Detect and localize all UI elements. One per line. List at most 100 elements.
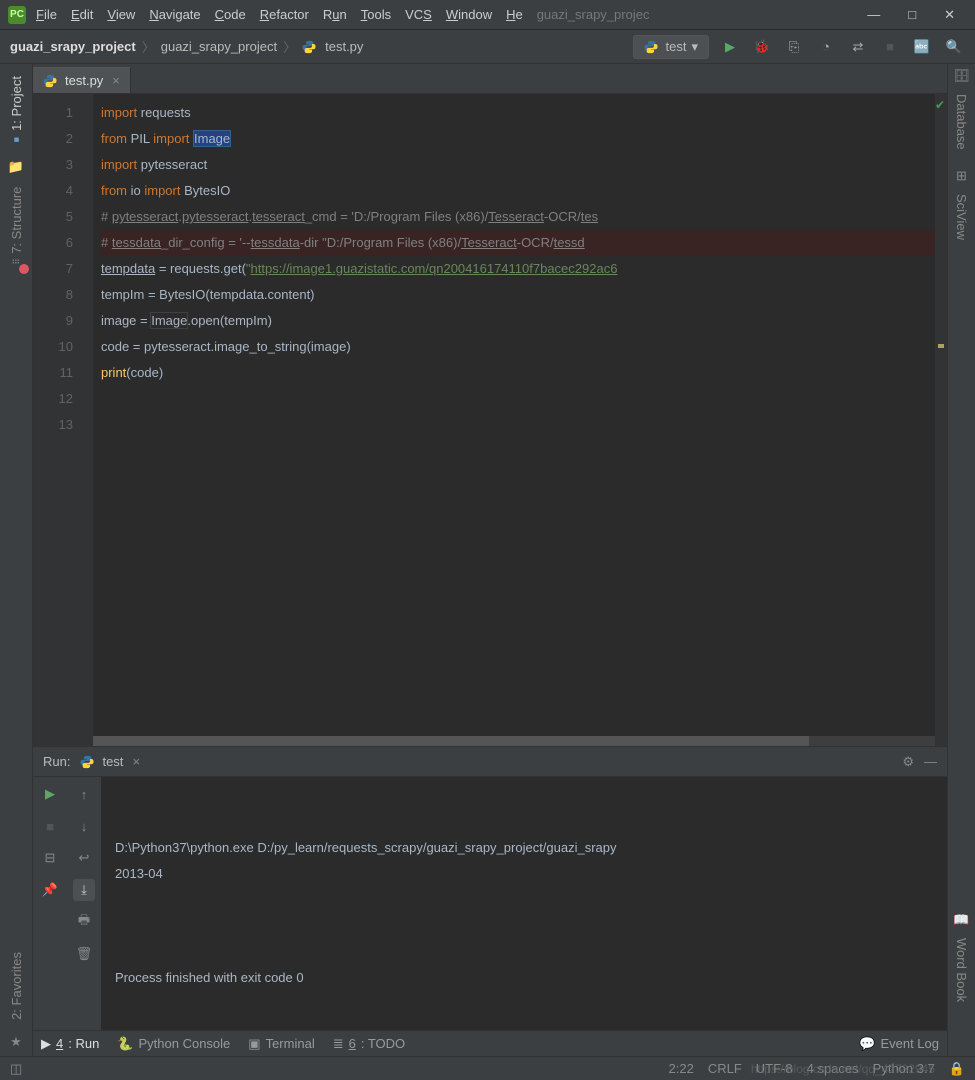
profile-button[interactable]: ◔: [815, 36, 837, 58]
menu-window[interactable]: Window: [446, 7, 492, 22]
editor-area: test.py × 12345678910111213 import reque…: [33, 64, 947, 1056]
main-menu: File Edit View Navigate Code Refactor Ru…: [36, 7, 523, 22]
search-button[interactable]: 🔍: [943, 36, 965, 58]
error-stripe[interactable]: ✔: [935, 94, 947, 746]
maximize-icon[interactable]: □: [908, 7, 916, 23]
run-config-label: test: [666, 39, 687, 54]
close-tab-icon[interactable]: ×: [112, 73, 120, 88]
left-tool-gutter: ■1: Project 📁 ⠿7: Structure 2: Favorites…: [0, 64, 33, 1056]
sciview-tool-tab[interactable]: SciView: [952, 190, 971, 244]
inspections-ok-icon: ✔: [935, 98, 945, 112]
star-icon[interactable]: ★: [10, 1034, 22, 1050]
editor-tabs: test.py ×: [33, 64, 947, 94]
run-button[interactable]: ▶: [719, 36, 741, 58]
database-tool-tab[interactable]: Database: [952, 90, 971, 154]
soft-wrap-icon[interactable]: ↩︎: [73, 847, 95, 869]
menu-code[interactable]: Code: [215, 7, 246, 22]
right-tool-gutter: 🗄 Database ⊞ SciView 📖 Word Book: [947, 64, 975, 1056]
tab-label: test.py: [65, 73, 103, 88]
window-controls: — □ ✕: [867, 7, 967, 23]
main-area: ■1: Project 📁 ⠿7: Structure 2: Favorites…: [0, 64, 975, 1056]
gear-icon[interactable]: ⚙: [902, 754, 914, 770]
menu-tools[interactable]: Tools: [361, 7, 391, 22]
run-tool-window: Run: test × ⚙ — ▶ ■ ⊟ 📌: [33, 746, 947, 1056]
title-project: guazi_srapy_projec: [537, 7, 650, 22]
debug-button[interactable]: 🐞: [751, 36, 773, 58]
console-output[interactable]: D:\Python37\python.exe D:/py_learn/reque…: [101, 777, 947, 1056]
gutter[interactable]: 12345678910111213: [33, 94, 93, 746]
favorites-tool-tab[interactable]: 2: Favorites: [7, 946, 26, 1026]
structure-tool-tab[interactable]: ⠿7: Structure: [7, 181, 26, 271]
status-bar: ◫ 2:22 CRLF UTF-8 4 spaces Python 3.7 🔒 …: [0, 1056, 975, 1080]
terminal-tab[interactable]: ▣Terminal: [248, 1036, 314, 1052]
editor[interactable]: 12345678910111213 import requestsfrom PI…: [33, 94, 947, 746]
run-tools-secondary: ↑ ↓ ↩︎ ⤓ 🖶 🗑: [67, 777, 101, 1056]
python-file-icon: [80, 755, 94, 769]
menu-navigate[interactable]: Navigate: [149, 7, 200, 22]
wordbook-icon[interactable]: 📖: [953, 912, 969, 928]
editor-tab-testpy[interactable]: test.py ×: [33, 67, 131, 93]
folder-icon[interactable]: 📁: [8, 159, 24, 175]
trash-icon[interactable]: 🗑: [73, 943, 95, 965]
breadcrumb-folder[interactable]: guazi_srapy_project: [161, 39, 277, 54]
breadcrumb: guazi_srapy_project 〉 guazi_srapy_projec…: [10, 37, 363, 56]
menu-help[interactable]: He: [506, 7, 523, 22]
menu-vcs[interactable]: VCS: [405, 7, 432, 22]
close-icon[interactable]: ✕: [944, 7, 955, 23]
run-body: ▶ ■ ⊟ 📌 ↑ ↓ ↩︎ ⤓ 🖶 🗑 D:\Python37\python.…: [33, 777, 947, 1056]
wordbook-tool-tab[interactable]: Word Book: [952, 934, 971, 1006]
print-icon[interactable]: 🖶: [73, 911, 95, 933]
run-tab-button[interactable]: ▶ 4: Run: [41, 1036, 99, 1052]
caret-position[interactable]: 2:22: [669, 1061, 694, 1076]
run-tab-label: test: [102, 754, 123, 769]
line-separator[interactable]: CRLF: [708, 1061, 742, 1076]
menu-refactor[interactable]: Refactor: [260, 7, 309, 22]
layout-button[interactable]: ⊟: [39, 847, 61, 869]
hide-icon[interactable]: —: [924, 754, 937, 770]
python-file-icon: [302, 40, 316, 54]
event-log-tab[interactable]: 💬Event Log: [859, 1036, 939, 1052]
attach-button[interactable]: ⇄: [847, 36, 869, 58]
down-arrow-icon[interactable]: ↓: [73, 815, 95, 837]
lock-icon[interactable]: 🔒: [949, 1061, 965, 1077]
pin-button[interactable]: 📌: [39, 879, 61, 901]
minimize-icon[interactable]: —: [867, 7, 880, 23]
run-title: Run:: [43, 754, 70, 769]
menu-run[interactable]: Run: [323, 7, 347, 22]
database-icon[interactable]: 🗄: [953, 68, 970, 84]
editor-h-scrollbar[interactable]: [93, 736, 935, 746]
python-console-tab[interactable]: 🐍Python Console: [117, 1036, 230, 1052]
menu-edit[interactable]: Edit: [71, 7, 93, 22]
run-tab[interactable]: test ×: [80, 754, 140, 769]
event-log-icon: 💬: [859, 1036, 875, 1052]
menu-view[interactable]: View: [107, 7, 135, 22]
titlebar: PC File Edit View Navigate Code Refactor…: [0, 0, 975, 30]
list-icon: ≣: [333, 1036, 344, 1052]
todo-tab[interactable]: ≣ 6: TODO: [333, 1036, 405, 1052]
app-icon: PC: [8, 6, 26, 24]
coverage-button[interactable]: ⎘: [783, 36, 805, 58]
breadcrumb-root[interactable]: guazi_srapy_project: [10, 39, 136, 54]
stop-button[interactable]: ■: [879, 36, 901, 58]
python-icon: 🐍: [117, 1036, 133, 1052]
translate-button[interactable]: 🔤: [911, 36, 933, 58]
tool-window-toggle-icon[interactable]: ◫: [10, 1061, 22, 1077]
nav-toolbar: guazi_srapy_project 〉 guazi_srapy_projec…: [0, 30, 975, 64]
breadcrumb-file[interactable]: test.py: [325, 39, 363, 54]
close-run-tab-icon[interactable]: ×: [132, 754, 140, 769]
code-content[interactable]: import requestsfrom PIL import Imageimpo…: [93, 94, 935, 746]
menu-file[interactable]: File: [36, 7, 57, 22]
sciview-icon[interactable]: ⊞: [956, 168, 967, 184]
project-tool-tab[interactable]: ■1: Project: [7, 70, 26, 151]
run-tools-primary: ▶ ■ ⊟ 📌: [33, 777, 67, 1056]
up-arrow-icon[interactable]: ↑: [73, 783, 95, 805]
rerun-button[interactable]: ▶: [39, 783, 61, 805]
chevron-right-icon: 〉: [283, 37, 296, 56]
terminal-icon: ▣: [248, 1036, 260, 1052]
warning-marker[interactable]: [938, 344, 944, 348]
python-file-icon: [43, 74, 57, 88]
stop-run-button[interactable]: ■: [39, 815, 61, 837]
run-config-selector[interactable]: test ▾: [633, 35, 710, 59]
run-header: Run: test × ⚙ —: [33, 747, 947, 777]
scroll-to-end-icon[interactable]: ⤓: [73, 879, 95, 901]
